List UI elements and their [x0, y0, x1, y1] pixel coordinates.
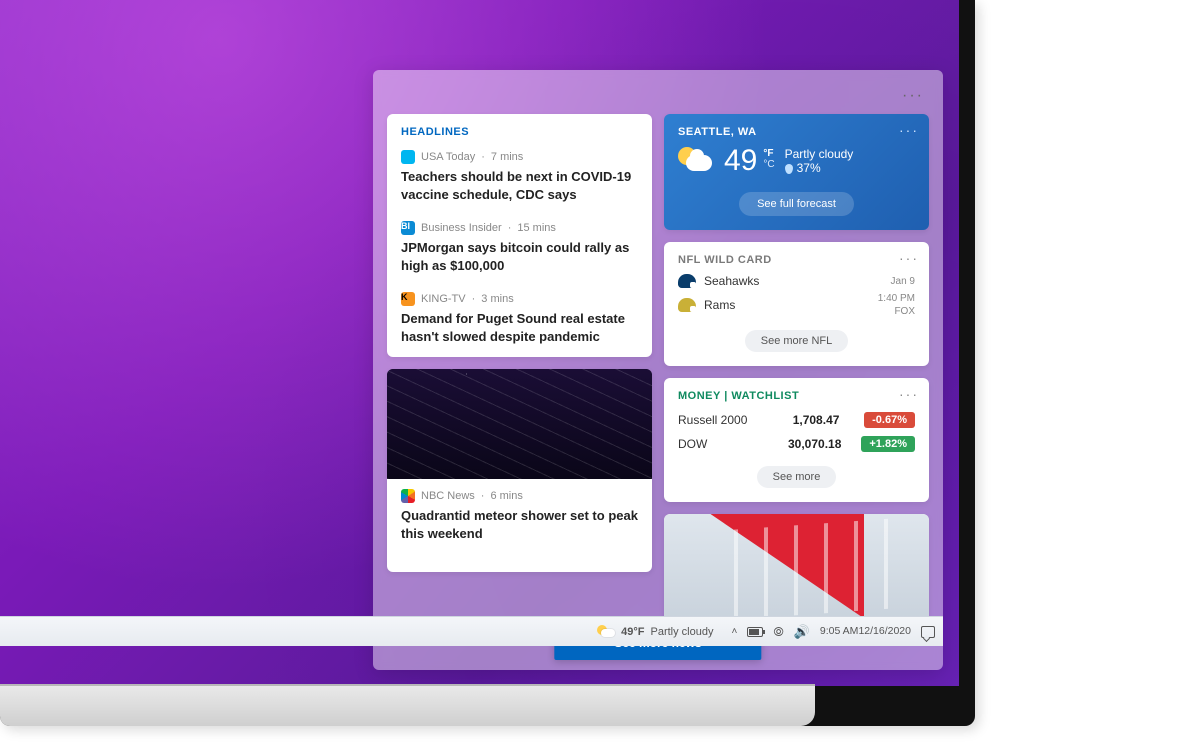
clock[interactable]: 9:05 AM 12/16/2020 — [820, 626, 911, 638]
meteor-shower-image — [387, 369, 652, 479]
unit-f[interactable]: °F — [763, 148, 773, 159]
system-tray: ˄ ⦾ 🔊 9:05 AM 12/16/2020 — [731, 624, 935, 640]
publisher: KING-TV — [421, 293, 466, 305]
headlines-card: HEADLINES USA Today · 7 mins Teachers sh… — [387, 114, 652, 357]
game-channel: FOX — [878, 305, 915, 318]
money-title: MONEY | WATCHLIST — [664, 378, 929, 408]
taskbar-temp: 49°F — [621, 626, 644, 638]
publisher-icon: BI — [401, 221, 415, 235]
temperature: 49 — [724, 144, 757, 178]
partly-cloudy-icon — [678, 147, 714, 175]
volume-icon[interactable]: 🔊 — [794, 624, 810, 640]
see-more-nfl-button[interactable]: See more NFL — [745, 330, 849, 352]
team-name: Seahawks — [704, 274, 759, 288]
publisher-icon — [401, 489, 415, 503]
game-date: Jan 9 — [891, 275, 915, 288]
publisher: Business Insider — [421, 222, 502, 234]
battery-icon[interactable] — [747, 627, 763, 637]
headline-text: Quadrantid meteor shower set to peak thi… — [401, 507, 638, 542]
photo-story-card[interactable]: NBC News · 6 mins Quadrantid meteor show… — [387, 369, 652, 572]
see-forecast-button[interactable]: See full forecast — [739, 192, 854, 216]
sports-title: NFL WILD CARD — [664, 242, 929, 272]
partly-cloudy-icon — [597, 625, 615, 639]
rams-icon — [678, 298, 696, 312]
weather-card[interactable]: ··· SEATTLE, WA 49 °F°C Partly cloudy 37… — [664, 114, 929, 230]
seahawks-icon — [678, 274, 696, 288]
ticker-value: 1,708.47 — [793, 413, 840, 427]
publisher-icon — [401, 150, 415, 164]
sports-card[interactable]: ··· NFL WILD CARD Seahawks Jan 9 Rams — [664, 242, 929, 366]
age: 15 mins — [517, 222, 556, 234]
widgets-panel: ··· HEADLINES USA Today · 7 mins — [373, 70, 943, 670]
condition: Partly cloudy — [785, 147, 854, 161]
money-card[interactable]: ··· MONEY | WATCHLIST Russell 2000 1,708… — [664, 378, 929, 502]
laptop-screen: ··· HEADLINES USA Today · 7 mins — [0, 0, 975, 726]
see-more-money-button[interactable]: See more — [757, 466, 837, 488]
headline-item[interactable]: USA Today · 7 mins Teachers should be ne… — [387, 144, 652, 215]
game-time: 1:40 PM — [878, 292, 915, 305]
taskbar-weather[interactable]: 49°F Partly cloudy — [587, 623, 723, 641]
ticker-name: Russell 2000 — [678, 413, 768, 427]
precip: 37% — [797, 161, 821, 175]
wifi-icon[interactable]: ⦾ — [773, 624, 783, 640]
clock-time: 9:05 AM — [820, 626, 859, 638]
headline-text: Demand for Puget Sound real estate hasn'… — [401, 310, 638, 345]
clock-date: 12/16/2020 — [858, 626, 911, 638]
taskbar-condition: Partly cloudy — [650, 626, 713, 638]
card-menu-icon[interactable]: ··· — [899, 386, 919, 402]
ticker-value: 30,070.18 — [788, 437, 841, 451]
panel-menu-icon[interactable]: ··· — [903, 86, 923, 106]
age: 7 mins — [491, 151, 523, 163]
age: 6 mins — [490, 490, 522, 502]
publisher: USA Today — [421, 151, 475, 163]
laptop-base — [0, 684, 815, 726]
unit-c[interactable]: °C — [763, 159, 774, 170]
taskbar: 49°F Partly cloudy ˄ ⦾ 🔊 9:05 AM 12/16/2… — [0, 616, 943, 646]
age: 3 mins — [481, 293, 513, 305]
tray-expand-icon[interactable]: ˄ — [731, 626, 737, 637]
publisher-icon: K — [401, 292, 415, 306]
publisher: NBC News — [421, 490, 475, 502]
refresh-icon[interactable] — [869, 86, 889, 106]
card-menu-icon[interactable]: ··· — [899, 250, 919, 266]
ticker-change: +1.82% — [861, 436, 915, 452]
card-menu-icon[interactable]: ··· — [899, 122, 919, 138]
action-center-icon[interactable] — [921, 626, 935, 638]
raindrop-icon — [785, 164, 793, 174]
weather-location: SEATTLE, WA — [664, 114, 929, 144]
desktop-wallpaper: ··· HEADLINES USA Today · 7 mins — [0, 0, 959, 686]
headline-item[interactable]: BI Business Insider · 15 mins JPMorgan s… — [387, 215, 652, 286]
ticker-name: DOW — [678, 437, 768, 451]
headlines-title: HEADLINES — [387, 114, 652, 144]
ticker-change: -0.67% — [864, 412, 915, 428]
headline-text: Teachers should be next in COVID-19 vacc… — [401, 168, 638, 203]
headline-item[interactable]: K KING-TV · 3 mins Demand for Puget Soun… — [387, 286, 652, 357]
team-name: Rams — [704, 298, 735, 312]
headline-text: JPMorgan says bitcoin could rally as hig… — [401, 239, 638, 274]
